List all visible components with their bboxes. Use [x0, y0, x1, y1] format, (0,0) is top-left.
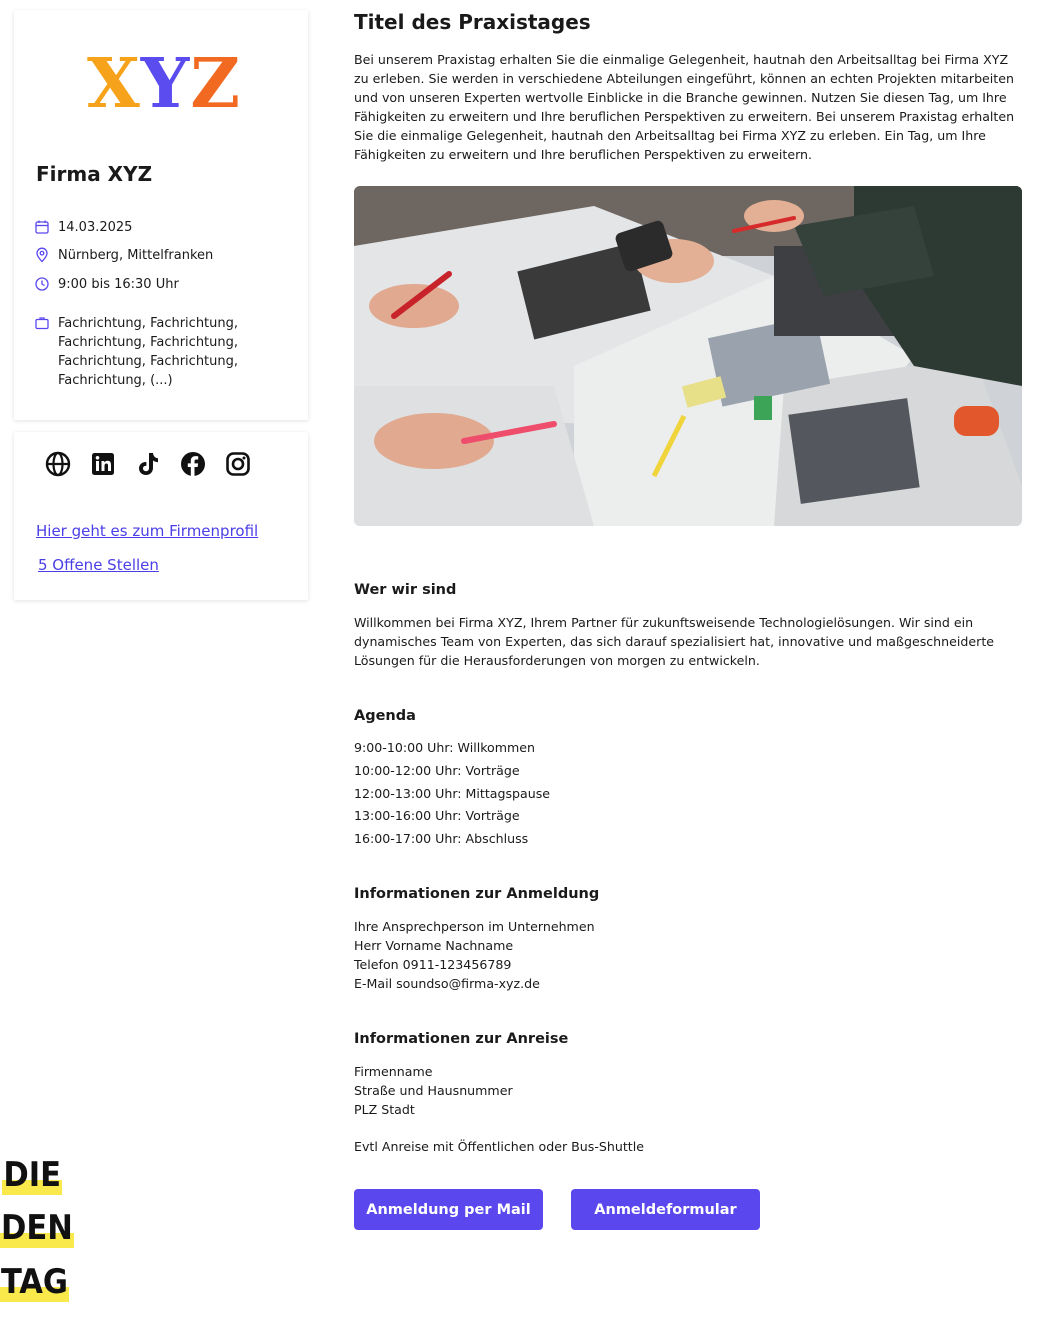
- event-date: 14.03.2025: [58, 220, 133, 235]
- open-jobs-link[interactable]: 5 Offene Stellen: [38, 556, 159, 574]
- about-heading: Wer wir sind: [354, 582, 457, 598]
- company-logo: XYZ: [74, 44, 254, 124]
- fields-row: Fachrichtung, Fachrichtung, Fachrichtung…: [34, 314, 258, 390]
- address-line: PLZ Stadt: [354, 1102, 415, 1117]
- contact-line: Telefon 0911-123456789: [354, 957, 512, 972]
- time-row: 9:00 bis 16:30 Uhr: [34, 275, 258, 294]
- instagram-icon[interactable]: [224, 450, 252, 478]
- overlay-word: DIE: [2, 1155, 62, 1195]
- event-location: Nürnberg, Mittelfranken: [58, 248, 214, 263]
- company-card: XYZ Firma XYZ 14.03.2025 Nürnberg, Mitte…: [14, 10, 308, 420]
- date-row: 14.03.2025: [34, 218, 258, 237]
- social-links: [44, 450, 252, 478]
- contact-line: E-Mail soundso@firma-xyz.de: [354, 976, 540, 991]
- registration-form-button[interactable]: Anmeldeformular: [571, 1189, 760, 1230]
- contact-line: Ihre Ansprechperson im Unternehmen: [354, 919, 595, 934]
- logo-letter-x: X: [87, 44, 141, 124]
- calendar-icon: [35, 220, 49, 234]
- agenda-item: 12:00-13:00 Uhr: Mittagspause: [354, 786, 551, 801]
- agenda-item: 16:00-17:00 Uhr: Abschluss: [354, 831, 529, 846]
- map-pin-icon: [36, 247, 48, 263]
- hero-image: [354, 186, 1022, 526]
- agenda-item: 9:00-10:00 Uhr: Willkommen: [354, 740, 536, 755]
- overlay-word: DEN: [0, 1208, 74, 1248]
- registration-heading: Informationen zur Anmeldung: [354, 886, 600, 902]
- event-time: 9:00 bis 16:30 Uhr: [58, 277, 179, 292]
- address-line: Firmenname: [354, 1064, 433, 1079]
- location-row: Nürnberg, Mittelfranken: [34, 246, 258, 265]
- contact-line: Herr Vorname Nachname: [354, 938, 514, 953]
- agenda-item: 13:00-16:00 Uhr: Vorträge: [354, 808, 520, 823]
- page-title: Titel des Praxistages: [354, 10, 591, 34]
- company-name: Firma XYZ: [36, 162, 153, 186]
- linkedin-icon[interactable]: [89, 450, 117, 478]
- company-links-card: Hier geht es zum Firmenprofil 5 Offene S…: [14, 432, 308, 600]
- workshop-photo: [354, 186, 1022, 526]
- agenda-heading: Agenda: [354, 708, 416, 724]
- agenda-item: 10:00-12:00 Uhr: Vorträge: [354, 763, 520, 778]
- register-by-mail-button[interactable]: Anmeldung per Mail: [354, 1189, 543, 1230]
- clock-icon: [35, 277, 49, 291]
- logo-letter-y: Y: [140, 44, 191, 124]
- briefcase-icon: [35, 317, 49, 330]
- globe-icon[interactable]: [44, 450, 72, 478]
- address-line: Straße und Hausnummer: [354, 1083, 513, 1098]
- facebook-icon[interactable]: [179, 450, 207, 478]
- tiktok-icon[interactable]: [134, 450, 162, 478]
- event-fields: Fachrichtung, Fachrichtung, Fachrichtung…: [58, 316, 239, 388]
- company-profile-link[interactable]: Hier geht es zum Firmenprofil: [36, 522, 258, 540]
- logo-letter-z: Z: [190, 44, 241, 124]
- travel-heading: Informationen zur Anreise: [354, 1031, 569, 1047]
- travel-note: Evtl Anreise mit Öffentlichen oder Bus-S…: [354, 1139, 644, 1154]
- about-text: Willkommen bei Firma XYZ, Ihrem Partner …: [354, 615, 994, 668]
- overlay-word: TAG: [0, 1262, 70, 1302]
- intro-text: Bei unserem Praxistag erhalten Sie die e…: [354, 52, 1015, 162]
